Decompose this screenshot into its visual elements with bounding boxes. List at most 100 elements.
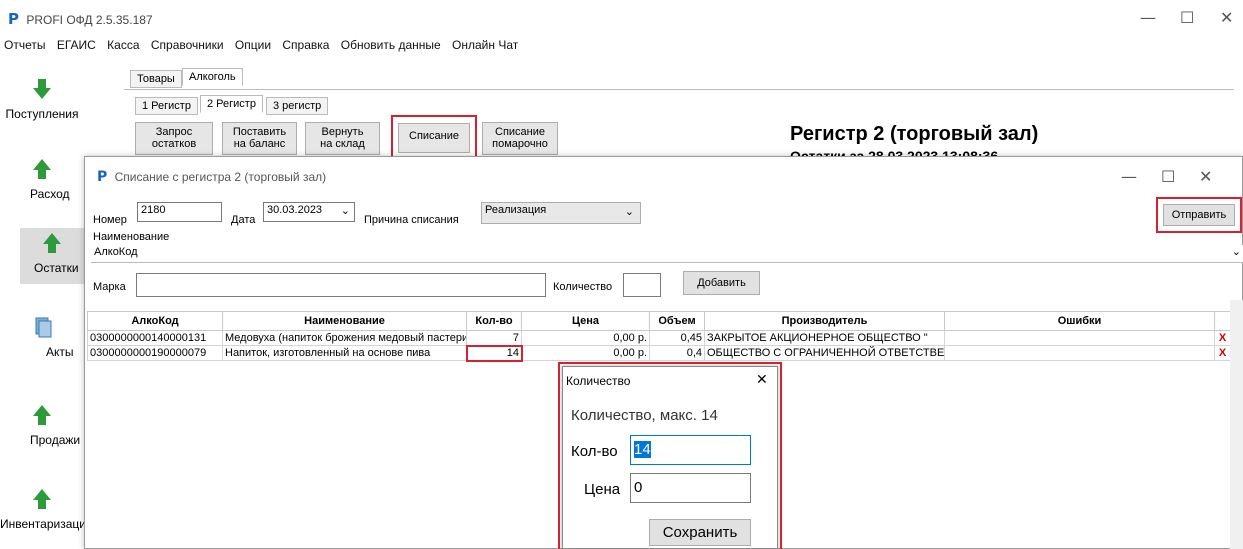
- date-picker[interactable]: 30.03.2023 ⌄: [263, 202, 355, 222]
- column-header: [1214, 311, 1231, 331]
- table-row[interactable]: 0300000000140000131 Медовуха (напиток бр…: [87, 330, 1231, 346]
- cell-name[interactable]: Медовуха (напиток брожения медовый пасте…: [222, 330, 467, 346]
- dialog-title: Списание с регистра 2 (торговый зал): [114, 170, 327, 184]
- vertical-scrollbar[interactable]: [1230, 300, 1243, 549]
- dialog-maximize-button[interactable]: ☐: [1161, 167, 1175, 186]
- number-field[interactable]: 2180: [137, 202, 222, 222]
- sidebar-item-balances[interactable]: Остатки: [20, 228, 84, 284]
- sidebar-item-label: Остатки: [34, 261, 79, 275]
- reason-label: Причина списания: [364, 214, 459, 226]
- column-header[interactable]: АлкоКод: [87, 311, 223, 331]
- app-title-bar: P PROFI ОФД 2.5.35.187: [8, 10, 153, 28]
- put-on-balance-button[interactable]: Поставить на баланс: [222, 122, 297, 155]
- table-row[interactable]: 0300000000190000079 Напиток, изготовленн…: [87, 344, 1231, 362]
- tab-goods[interactable]: Товары: [130, 70, 182, 88]
- chevron-down-icon: ⌄: [624, 206, 634, 218]
- chevron-down-icon: ⌄: [1231, 246, 1241, 258]
- add-button[interactable]: Добавить: [683, 271, 760, 295]
- cell-name[interactable]: Напиток, изготовленный на основе пива: [222, 345, 467, 361]
- app-logo-icon: P: [8, 10, 19, 28]
- menu-references[interactable]: Справочники: [151, 38, 224, 52]
- dialog-title-bar: P Списание с регистра 2 (торговый зал): [97, 169, 326, 185]
- tab-register-2[interactable]: 2 Регистр: [200, 95, 263, 113]
- documents-icon: [35, 317, 52, 338]
- cell-volume[interactable]: 0,4: [649, 345, 705, 361]
- arrow-up-icon: [33, 489, 51, 509]
- sidebar-item-sales[interactable]: Продажи: [0, 404, 84, 447]
- chevron-down-icon: ⌄: [340, 205, 350, 217]
- button-label: Поставить: [232, 126, 287, 138]
- button-label: остатков: [151, 138, 197, 150]
- cell-producer[interactable]: ЗАКРЫТОЕ АКЦИОНЕРНОЕ ОБЩЕСТВО ": [704, 330, 945, 346]
- cell-volume[interactable]: 0,45: [649, 330, 705, 346]
- name-combobox[interactable]: АлкоКод ⌄: [91, 245, 1243, 263]
- mark-label: Марка: [93, 281, 126, 293]
- cell-alcocode[interactable]: 0300000000190000079: [87, 345, 223, 361]
- table-header-row: АлкоКод Наименование Кол-во Цена Объем П…: [87, 311, 1231, 331]
- column-header[interactable]: Производитель: [704, 311, 945, 331]
- cell-price[interactable]: 0,00 р.: [521, 345, 650, 361]
- menu-egais[interactable]: ЕГАИС: [57, 38, 96, 52]
- sidebar-item-label: Акты: [46, 345, 74, 359]
- sidebar-item-expense[interactable]: Расход: [0, 158, 84, 201]
- app-title: PROFI ОФД 2.5.35.187: [26, 13, 153, 27]
- arrow-up-icon: [33, 405, 51, 425]
- return-to-stock-button[interactable]: Вернуть на склад: [305, 122, 380, 155]
- button-label: на склад: [320, 138, 365, 150]
- dialog-logo-icon: P: [97, 169, 108, 185]
- cell-price[interactable]: 0,00 р.: [521, 330, 650, 346]
- sidebar-item-acts[interactable]: Акты: [0, 316, 84, 359]
- column-header[interactable]: Наименование: [222, 311, 467, 331]
- delete-row-icon[interactable]: X: [1214, 330, 1231, 346]
- dialog-minimize-button[interactable]: —: [1121, 167, 1137, 186]
- date-label: Дата: [231, 214, 256, 226]
- popup-highlight: [558, 362, 782, 549]
- cell-qty[interactable]: 7: [466, 330, 522, 346]
- send-highlight: [1156, 197, 1242, 233]
- button-label: Запрос: [155, 126, 193, 138]
- tab-alcohol[interactable]: Алкоголь: [182, 68, 243, 86]
- button-label: помарочно: [492, 138, 548, 150]
- cell-producer[interactable]: ОБЩЕСТВО С ОГРАНИЧЕННОЙ ОТВЕТСТВЕННОСТЬЮ: [704, 345, 945, 361]
- cell-errors[interactable]: [944, 345, 1215, 361]
- tab-register-3[interactable]: 3 регистр: [266, 97, 329, 115]
- tab-divider: [124, 89, 1234, 90]
- reason-select[interactable]: Реализация ⌄: [481, 202, 641, 224]
- sidebar-item-receipts[interactable]: Поступления: [0, 78, 84, 121]
- column-header[interactable]: Цена: [521, 311, 650, 331]
- mark-input[interactable]: [136, 273, 546, 297]
- column-header[interactable]: Кол-во: [466, 311, 522, 331]
- writeoff-highlight: [391, 115, 477, 159]
- menu-options[interactable]: Опции: [235, 38, 271, 52]
- sidebar-item-label: Поступления: [5, 107, 79, 121]
- column-header[interactable]: Ошибки: [944, 311, 1215, 331]
- date-value: 30.03.2023: [267, 204, 323, 216]
- quantity-input[interactable]: [623, 273, 661, 297]
- writeoff-by-mark-button[interactable]: Списание помарочно: [482, 122, 558, 155]
- maximize-button[interactable]: ☐: [1180, 8, 1194, 27]
- tab-register-1[interactable]: 1 Регистр: [135, 97, 198, 115]
- column-header[interactable]: Объем: [649, 311, 705, 331]
- dialog-close-button[interactable]: ✕: [1199, 167, 1212, 186]
- menu-online-chat[interactable]: Онлайн Чат: [452, 38, 518, 52]
- arrow-down-icon: [33, 79, 51, 99]
- menu-refresh-data[interactable]: Обновить данные: [341, 38, 441, 52]
- menu-kassa[interactable]: Касса: [107, 38, 139, 52]
- delete-row-icon[interactable]: X: [1214, 345, 1231, 361]
- sidebar-item-label: Инвентаризация: [0, 517, 93, 531]
- writeoff-table: АлкоКод Наименование Кол-во Цена Объем П…: [87, 311, 1231, 362]
- request-balance-button[interactable]: Запрос остатков: [135, 122, 213, 155]
- cell-errors[interactable]: [944, 330, 1215, 346]
- sidebar-item-label: Расход: [30, 187, 70, 201]
- sidebar-item-inventory[interactable]: Инвентаризация: [0, 488, 93, 531]
- minimize-button[interactable]: —: [1140, 8, 1156, 27]
- menu-reports[interactable]: Отчеты: [4, 38, 45, 52]
- menu-help[interactable]: Справка: [282, 38, 329, 52]
- cell-qty[interactable]: 14: [465, 344, 523, 362]
- arrow-up-icon: [33, 159, 51, 179]
- button-label: на баланс: [233, 138, 286, 150]
- close-button[interactable]: ✕: [1220, 8, 1233, 27]
- menu-bar: Отчеты ЕГАИС Касса Справочники Опции Спр…: [0, 38, 522, 62]
- register-title: Регистр 2 (торговый зал): [790, 123, 1039, 145]
- cell-alcocode[interactable]: 0300000000140000131: [87, 330, 223, 346]
